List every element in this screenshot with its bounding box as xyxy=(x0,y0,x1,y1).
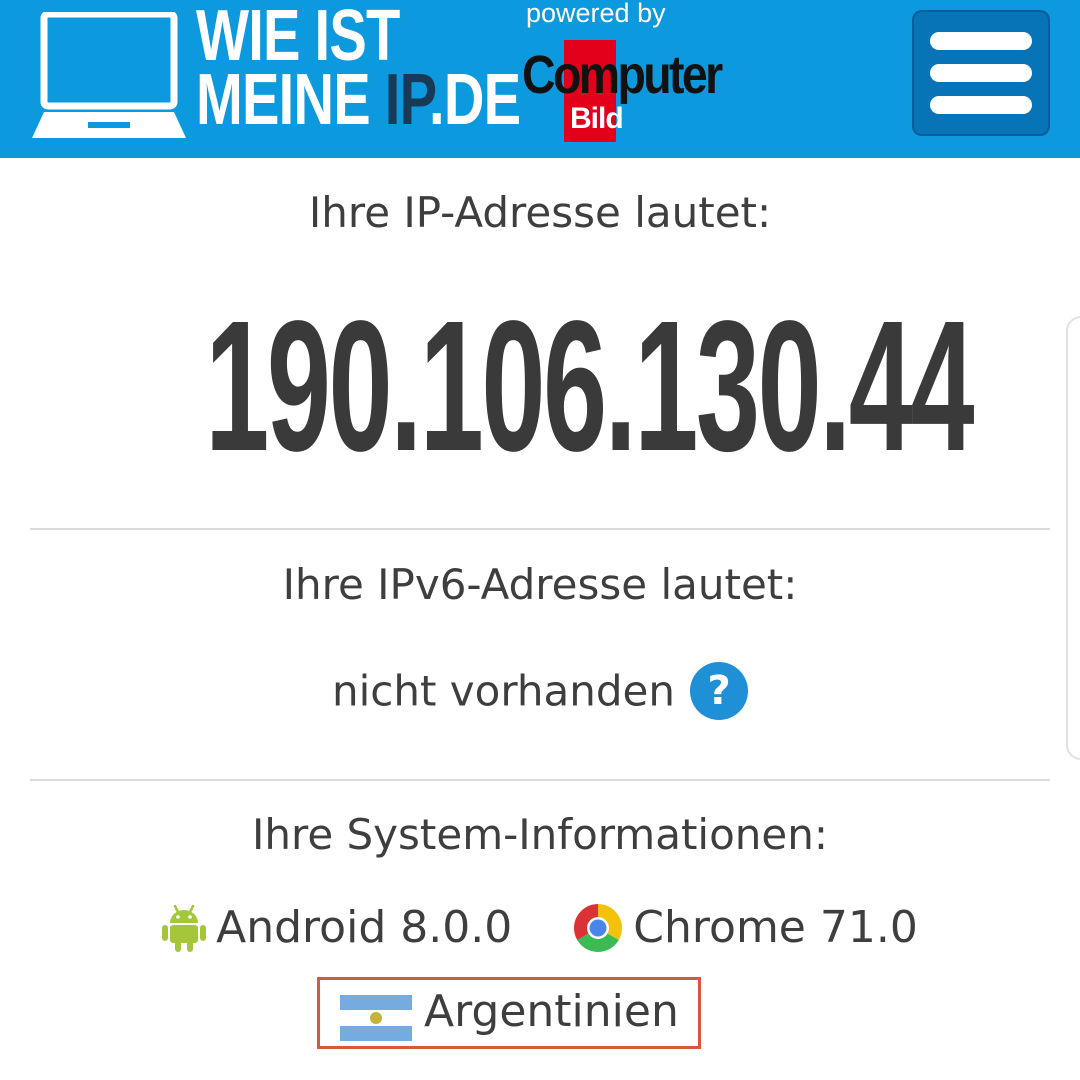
logo-text-de: .DE xyxy=(429,60,521,140)
computer-bild-sub: Bild xyxy=(570,102,624,135)
menu-button[interactable] xyxy=(912,10,1050,136)
argentina-flag-icon xyxy=(340,995,412,1041)
powered-by-text: powered by xyxy=(526,0,666,28)
ipv6-label: Ihre IPv6-Adresse lautet: xyxy=(282,560,798,609)
os-name: Android 8.0.0 xyxy=(216,902,513,953)
site-header: WIE IST MEINE IP.DE powered by Computer … xyxy=(0,0,1080,158)
logo-text-meine: MEINE xyxy=(196,60,385,140)
laptop-icon xyxy=(32,12,186,138)
ipv6-status: nicht vorhanden ? xyxy=(0,662,1080,720)
computer-bild-wordmark: Computer xyxy=(522,45,723,105)
logo-line-1: WIE IST xyxy=(196,0,400,76)
system-info-row: Android 8.0.0 Chrome 71.0 xyxy=(0,902,1080,953)
logo-line-2: MEINE IP.DE xyxy=(196,64,521,136)
android-icon xyxy=(162,904,207,952)
browser-name: Chrome 71.0 xyxy=(633,902,918,953)
help-icon[interactable]: ? xyxy=(690,662,749,720)
scrollbar[interactable] xyxy=(1066,316,1080,760)
ipv4-address[interactable]: 190.106.130.44 xyxy=(205,280,974,493)
country-highlight: Argentinien xyxy=(317,977,701,1049)
os-info: Android 8.0.0 xyxy=(162,902,512,953)
divider xyxy=(30,528,1050,530)
chrome-icon xyxy=(574,903,623,952)
country-name: Argentinien xyxy=(424,986,679,1037)
ipv6-value: nicht vorhanden xyxy=(331,666,675,716)
page: WIE IST MEINE IP.DE powered by Computer … xyxy=(0,0,1080,1080)
logo-text-ip: IP xyxy=(384,60,430,140)
system-info-label: Ihre System-Informationen: xyxy=(251,810,829,859)
browser-info: Chrome 71.0 xyxy=(573,902,918,953)
computer-bild-logo[interactable]: Computer Bild xyxy=(522,36,754,142)
ipv4-label: Ihre IP-Adresse lautet: xyxy=(308,188,772,237)
divider xyxy=(30,779,1050,781)
site-logo[interactable]: WIE IST MEINE IP.DE xyxy=(196,0,521,136)
